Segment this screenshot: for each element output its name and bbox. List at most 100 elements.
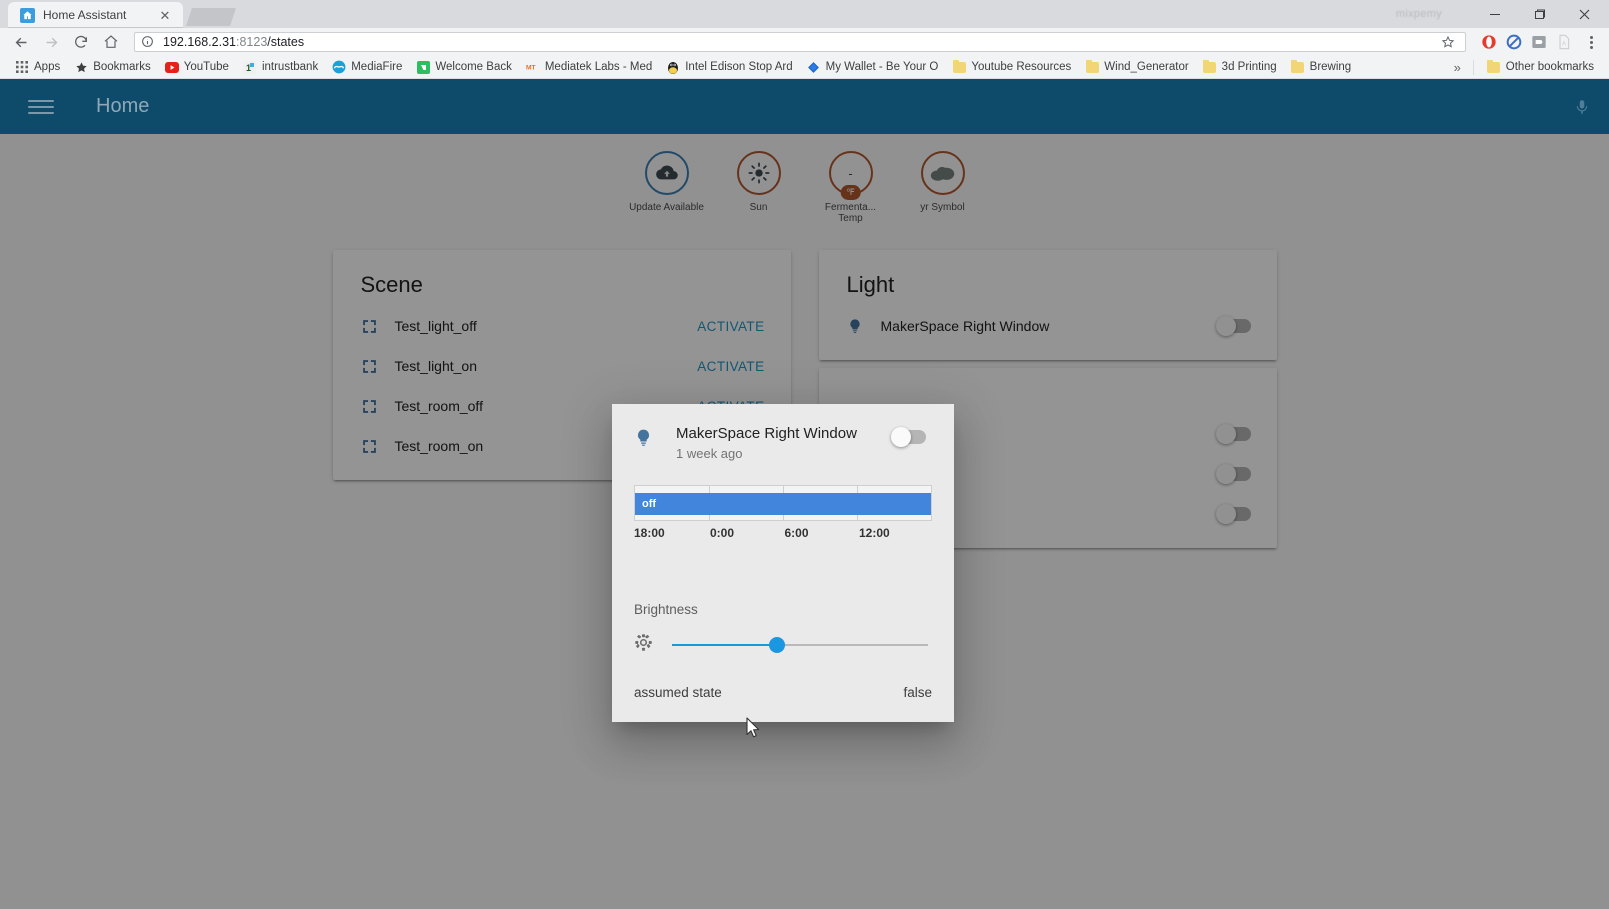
bookmark-intrustbank[interactable]: 1 intrustbank [236, 57, 325, 77]
history-state-label: off [642, 498, 657, 510]
hamburger-menu-icon[interactable] [28, 94, 54, 120]
page-info-icon[interactable] [141, 35, 155, 49]
bookmark-label: Bookmarks [93, 61, 151, 73]
brightness-label: Brightness [634, 602, 698, 617]
url-port: :8123 [236, 35, 268, 49]
svg-text:A: A [1562, 41, 1566, 47]
evernote-icon [416, 60, 430, 74]
new-tab-button[interactable] [186, 8, 236, 26]
mouse-cursor [746, 717, 761, 744]
browser-title-bar: Home Assistant ✕ mixpemy [0, 0, 1609, 28]
extension-icons: A [1478, 31, 1575, 53]
url-path: /states [267, 35, 305, 49]
bookmark-label: intrustbank [261, 61, 319, 73]
youtube-icon [164, 60, 179, 74]
slider-thumb[interactable] [768, 637, 785, 653]
tab-title: Home Assistant [43, 8, 127, 22]
brightness-icon [634, 633, 660, 657]
dialog-last-changed: 1 week ago [676, 446, 743, 461]
bookmark-my-wallet[interactable]: My Wallet - Be Your O [800, 57, 946, 77]
lightbulb-icon [634, 428, 660, 452]
close-tab-icon[interactable]: ✕ [157, 7, 173, 23]
pocket-icon[interactable] [1528, 31, 1550, 53]
bookmark-label: 3d Printing [1221, 61, 1277, 73]
title-bar-controls: mixpemy [1396, 0, 1609, 28]
dialog-titles: MakerSpace Right Window 1 week ago [676, 424, 892, 461]
adblock-icon[interactable] [1503, 31, 1525, 53]
dialog-power-toggle[interactable] [891, 427, 926, 447]
dialog-header: MakerSpace Right Window 1 week ago [634, 424, 932, 461]
folder-icon [1085, 59, 1099, 74]
bookmark-intel-edison[interactable]: Intel Edison Stop Ard [659, 57, 799, 77]
bookmark-youtube[interactable]: YouTube [158, 57, 236, 77]
bookmark-label: Youtube Resources [971, 61, 1072, 73]
minimize-icon[interactable] [1472, 0, 1517, 28]
bookmark-label: Wind_Generator [1104, 61, 1189, 73]
three-dot-menu[interactable] [1579, 30, 1603, 54]
mediafire-icon [332, 60, 346, 74]
home-assistant-app: Home Update Available Sun - ℉ Fermenta..… [0, 79, 1609, 909]
attribute-key: assumed state [634, 685, 722, 700]
brightness-slider-row[interactable] [634, 633, 932, 657]
bookmark-mediatek-labs[interactable]: MT Mediatek Labs - Med [519, 57, 659, 77]
browser-toolbar: 192.168.2.31:8123/states A [0, 28, 1609, 56]
url-text: 192.168.2.31:8123/states [163, 35, 304, 49]
url-host: 192.168.2.31 [163, 35, 236, 49]
bookmarks-overflow-button[interactable]: » [1448, 60, 1467, 75]
page-title: Home [96, 95, 150, 117]
slider-fill [672, 644, 777, 646]
brightness-slider-track[interactable] [672, 637, 928, 653]
home-assistant-favicon [20, 7, 35, 23]
folder-icon [1291, 59, 1305, 74]
bookmark-mediafire[interactable]: MediaFire [325, 57, 409, 77]
apps-grid-icon [15, 60, 29, 74]
bookmark-label: Intel Edison Stop Ard [685, 61, 793, 73]
state-history-chart: off 18:00 0:00 6:00 12:00 [634, 485, 932, 546]
home-icon[interactable] [98, 29, 124, 55]
bookmark-star-icon[interactable] [1437, 31, 1459, 53]
ha-view: Update Available Sun - ℉ Fermenta... Tem… [0, 134, 1609, 909]
bookmark-3d-printing[interactable]: 3d Printing [1196, 57, 1284, 77]
mediatek-icon: MT [526, 60, 540, 74]
bookmark-bookmarks[interactable]: Bookmarks [67, 57, 158, 77]
folder-icon [1203, 59, 1217, 74]
bookmarks-bar: Apps Bookmarks YouTube 1 intrustbank Med… [0, 56, 1609, 79]
bookmark-brewing[interactable]: Brewing [1284, 57, 1359, 77]
bookmark-label: Brewing [1309, 61, 1352, 73]
close-icon[interactable] [1562, 0, 1607, 28]
ha-toolbar: Home [0, 79, 1609, 134]
bookmark-youtube-resources[interactable]: Youtube Resources [945, 57, 1078, 77]
browser-tab[interactable]: Home Assistant ✕ [8, 2, 183, 28]
folder-icon [1487, 59, 1501, 74]
axis-tick: 0:00 [709, 526, 735, 540]
bookmark-welcome-back[interactable]: Welcome Back [409, 57, 518, 77]
reload-icon[interactable] [68, 29, 94, 55]
opera-icon[interactable] [1478, 31, 1500, 53]
address-bar[interactable]: 192.168.2.31:8123/states [134, 32, 1466, 52]
other-bookmarks-button[interactable]: Other bookmarks [1480, 57, 1601, 77]
back-arrow-icon[interactable] [8, 29, 34, 55]
maximize-icon[interactable] [1517, 0, 1562, 28]
bookmark-wind-generator[interactable]: Wind_Generator [1078, 57, 1195, 77]
bookmark-label: Mediatek Labs - Med [544, 61, 653, 73]
profile-name[interactable]: mixpemy [1396, 8, 1442, 20]
bookmark-label: Apps [34, 61, 61, 73]
pdf-icon[interactable]: A [1553, 31, 1575, 53]
attribute-row: assumed state false [634, 685, 932, 700]
microphone-icon[interactable] [1573, 98, 1591, 116]
toggle-knob [891, 427, 911, 447]
bookmarks-overflow-group: » Other bookmarks [1448, 57, 1601, 77]
forward-arrow-icon[interactable] [38, 29, 64, 55]
history-state-bar[interactable]: off [635, 493, 931, 515]
bookmark-label: MediaFire [351, 61, 403, 73]
history-axis: 18:00 0:00 6:00 12:00 [634, 526, 932, 546]
attribute-value: false [903, 685, 932, 700]
blockchain-icon [807, 60, 821, 74]
bookmark-apps[interactable]: Apps [8, 57, 67, 77]
bookmark-label: YouTube [183, 61, 229, 73]
linux-icon [666, 60, 680, 74]
axis-tick: 12:00 [858, 526, 890, 540]
star-icon [74, 60, 88, 74]
history-chart-area: off [634, 485, 932, 521]
folder-icon [952, 59, 966, 74]
